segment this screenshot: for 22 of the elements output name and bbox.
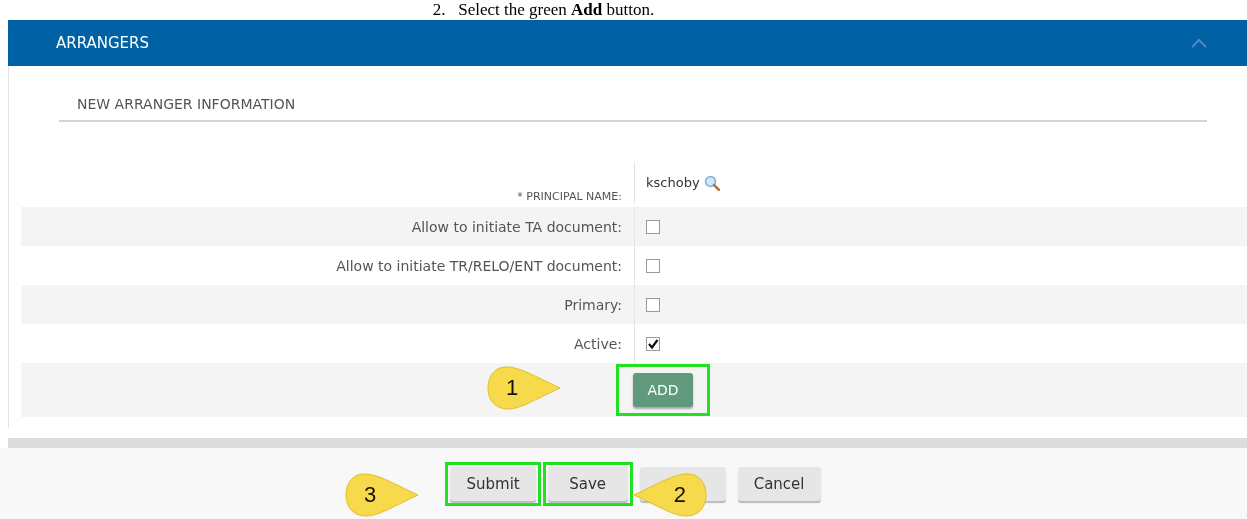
- search-icon[interactable]: [703, 174, 720, 191]
- footer-button[interactable]: Submit: [450, 466, 536, 501]
- principal-name-value: kschoby: [646, 175, 700, 190]
- callout-tooltip: 2: [632, 472, 708, 518]
- callout-tooltip: 1: [486, 365, 562, 411]
- footer-button[interactable]: Cancel: [737, 466, 821, 501]
- section-title: NEW ARRANGER INFORMATION: [77, 96, 296, 112]
- checkbox[interactable]: [646, 258, 660, 273]
- checkbox[interactable]: [646, 336, 660, 351]
- collapse-icon[interactable]: [1191, 38, 1207, 48]
- footer-button[interactable]: Save: [547, 466, 628, 501]
- instruction-text: 2. Select the green Add button.: [432, 1, 655, 19]
- field-label: Allow to initiate TA document:: [410, 218, 623, 235]
- panel-header[interactable]: ARRANGERS: [8, 20, 1247, 66]
- checkbox[interactable]: [646, 297, 660, 312]
- field-label: * PRINCIPAL NAME:: [516, 190, 623, 203]
- field-label: Allow to initiate TR/RELO/ENT document:: [335, 257, 623, 274]
- callout-tooltip: 3: [344, 472, 420, 518]
- field-label: Active:: [572, 335, 623, 352]
- checkbox[interactable]: [646, 219, 660, 234]
- field-label: Primary:: [563, 296, 623, 313]
- panel-title: ARRANGERS: [56, 34, 150, 52]
